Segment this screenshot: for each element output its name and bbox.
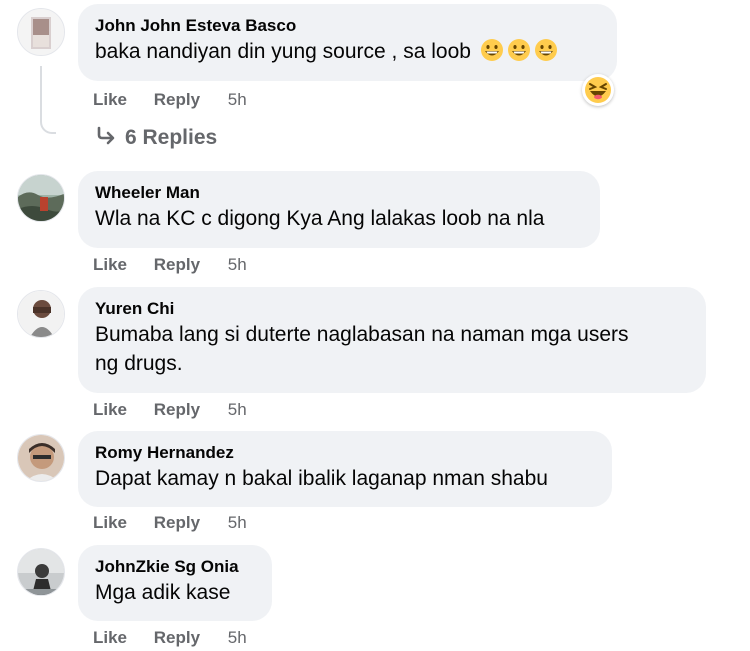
reply-button[interactable]: Reply bbox=[154, 628, 200, 647]
reply-button[interactable]: Reply bbox=[154, 513, 200, 532]
comment-bubble: John John Esteva Basco baka nandiyan din… bbox=[78, 4, 617, 81]
comment-text: Bumaba lang si duterte naglabasan na nam… bbox=[95, 320, 689, 378]
comment-bubble: Romy Hernandez Dapat kamay n bakal ibali… bbox=[78, 431, 612, 507]
comment-text: Wla na KC c digong Kya Ang lalakas loob … bbox=[95, 207, 545, 230]
comment-bubble: Yuren Chi Bumaba lang si duterte naglaba… bbox=[78, 287, 706, 393]
like-button[interactable]: Like bbox=[93, 513, 127, 532]
avatar-image bbox=[18, 175, 64, 221]
grinning-face-icon bbox=[534, 39, 557, 61]
replies-count: 6 Replies bbox=[125, 126, 218, 149]
view-replies-link[interactable]: 6 Replies bbox=[95, 126, 217, 150]
comment-author[interactable]: JohnZkie Sg Onia bbox=[95, 556, 255, 578]
comment-actions: Like Reply 5h bbox=[93, 513, 247, 533]
avatar[interactable] bbox=[17, 548, 65, 596]
grinning-face-icon bbox=[480, 39, 503, 61]
comment-timestamp[interactable]: 5h bbox=[228, 628, 247, 647]
reaction-badge[interactable] bbox=[582, 74, 614, 106]
like-button[interactable]: Like bbox=[93, 628, 127, 647]
comment-author[interactable]: John John Esteva Basco bbox=[95, 15, 600, 37]
comment-text-line: ng drugs. bbox=[95, 352, 183, 375]
comment-bubble: JohnZkie Sg Onia Mga adik kase bbox=[78, 545, 272, 621]
reply-button[interactable]: Reply bbox=[154, 255, 200, 274]
like-button[interactable]: Like bbox=[93, 400, 127, 419]
avatar-image bbox=[18, 291, 64, 337]
comment-timestamp[interactable]: 5h bbox=[228, 513, 247, 532]
comment-actions: Like Reply 5h bbox=[93, 90, 247, 110]
comment-author[interactable]: Wheeler Man bbox=[95, 182, 583, 204]
like-button[interactable]: Like bbox=[93, 90, 127, 109]
comment-text-content: baka nandiyan din yung source , sa loob bbox=[95, 40, 471, 63]
comment-text: Mga adik kase bbox=[95, 581, 231, 604]
avatar[interactable] bbox=[17, 8, 65, 56]
thread-line bbox=[40, 66, 56, 134]
avatar-image bbox=[18, 9, 64, 55]
avatar[interactable] bbox=[17, 174, 65, 222]
comment-bubble: Wheeler Man Wla na KC c digong Kya Ang l… bbox=[78, 171, 600, 248]
comment-timestamp[interactable]: 5h bbox=[228, 90, 247, 109]
comment-timestamp[interactable]: 5h bbox=[228, 400, 247, 419]
reply-button[interactable]: Reply bbox=[154, 400, 200, 419]
reply-button[interactable]: Reply bbox=[154, 90, 200, 109]
reply-arrow-icon bbox=[97, 126, 115, 145]
like-button[interactable]: Like bbox=[93, 255, 127, 274]
avatar[interactable] bbox=[17, 290, 65, 338]
avatar-image bbox=[18, 549, 64, 595]
comment-actions: Like Reply 5h bbox=[93, 628, 247, 648]
comment-text: Dapat kamay n bakal ibalik laganap nman … bbox=[95, 467, 548, 490]
comment-author[interactable]: Yuren Chi bbox=[95, 298, 689, 320]
comment-timestamp[interactable]: 5h bbox=[228, 255, 247, 274]
laughing-face-icon bbox=[585, 77, 611, 103]
grinning-face-icon bbox=[507, 39, 530, 61]
comment-author[interactable]: Romy Hernandez bbox=[95, 442, 595, 464]
comment-actions: Like Reply 5h bbox=[93, 400, 247, 420]
avatar-image bbox=[18, 435, 64, 481]
comment-text-line: Bumaba lang si duterte naglabasan na nam… bbox=[95, 323, 629, 346]
avatar[interactable] bbox=[17, 434, 65, 482]
comment-actions: Like Reply 5h bbox=[93, 255, 247, 275]
comment-text: baka nandiyan din yung source , sa loob bbox=[95, 37, 600, 66]
